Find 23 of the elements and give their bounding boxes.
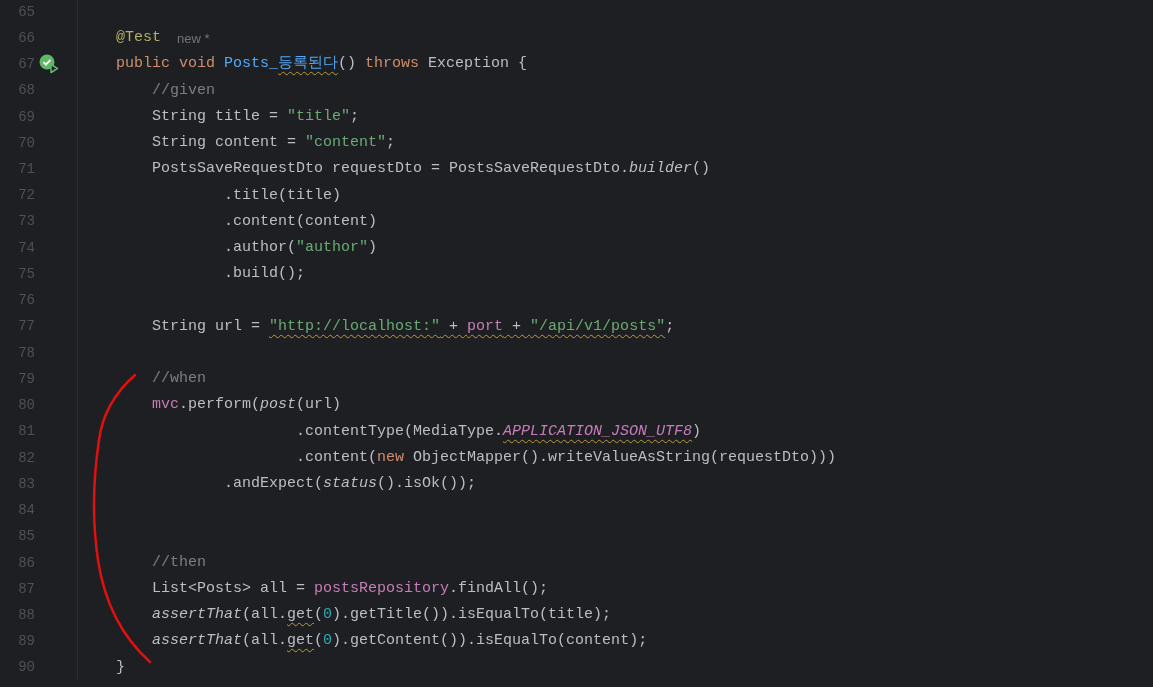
code-line: String title = "title";	[152, 106, 360, 127]
code-line: //then	[152, 552, 206, 573]
check-run-icon[interactable]	[39, 54, 59, 75]
code-line: .content(content)	[224, 211, 378, 232]
code-line: //given	[152, 80, 215, 101]
code-line: .andExpect(status().isOk());	[224, 474, 477, 495]
code-line: //when	[152, 369, 206, 390]
code-line: PostsSaveRequestDto requestDto = PostsSaveRequestDto.builder()	[152, 159, 711, 180]
code-line: }	[116, 657, 125, 678]
code-line: String content = "content";	[152, 133, 396, 154]
code-line: assertThat(all.get(0).getContent()).isEqualTo(content);	[152, 631, 648, 652]
code-line: List<Posts> all = postsRepository.findAll();	[152, 579, 549, 599]
code-line: String url = "http://localhost:" + port + "/api/v1/posts";	[152, 316, 675, 337]
code-line: mvc.perform(post(url)	[152, 395, 342, 416]
code-line: .content(new ObjectMapper().writeValueAsString(requestDto)))	[296, 447, 837, 468]
code-line: .build();	[224, 264, 305, 285]
code-line: public void Posts_등록된다() throws Exception {	[116, 54, 528, 75]
code-line: assertThat(all.get(0).getTitle()).isEqualTo(title);	[152, 605, 612, 626]
author-hint[interactable]: new *	[177, 28, 210, 49]
code-line: @Test	[116, 28, 161, 49]
code-line: .title(title)	[224, 185, 342, 206]
code-line: .contentType(MediaType.APPLICATION_JSON_UTF8)	[296, 421, 702, 442]
code-line: .author("author")	[224, 237, 378, 258]
